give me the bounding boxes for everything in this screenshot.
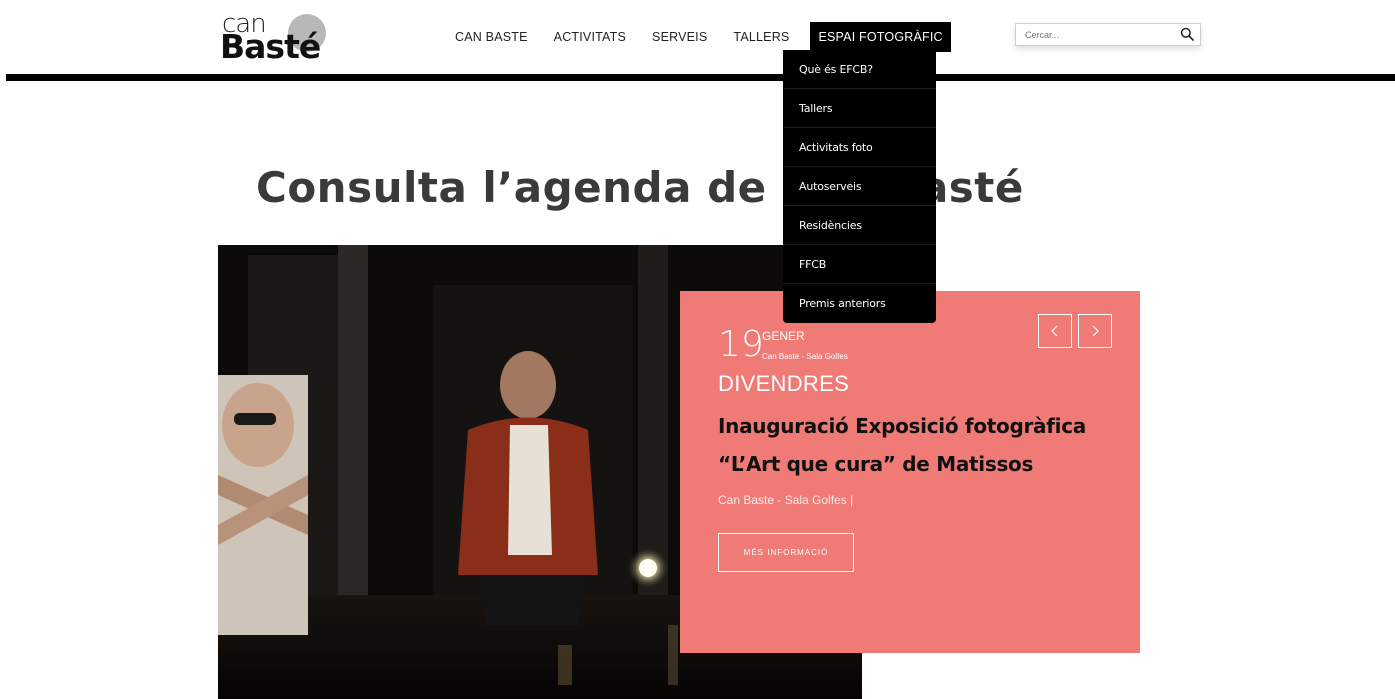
dropdown-item-activitats-foto[interactable]: Activitats foto — [783, 128, 936, 167]
search-icon[interactable] — [1180, 27, 1194, 41]
more-info-button[interactable]: MÉS INFORMACIÓ — [718, 533, 854, 572]
nav-item-espai-fotografic[interactable]: ESPAI FOTOGRÀFIC — [810, 22, 951, 52]
next-event-button[interactable] — [1078, 314, 1112, 348]
header-divider — [6, 74, 1395, 81]
dropdown-item-ffcb[interactable]: FFCB — [783, 245, 936, 284]
dropdown-item-que-es-efcb[interactable]: Què és EFCB? — [783, 50, 936, 89]
nav-item-serveis[interactable]: SERVEIS — [639, 22, 720, 52]
event-venue-small: Can Baste - Sala Golfes — [762, 352, 848, 361]
chevron-left-icon — [1051, 325, 1058, 337]
prev-event-button[interactable] — [1038, 314, 1072, 348]
nav-item-can-baste[interactable]: CAN BASTE — [442, 22, 541, 52]
dropdown-item-residencies[interactable]: Residències — [783, 206, 936, 245]
search-box — [1015, 23, 1201, 46]
nav-item-tallers[interactable]: TALLERS — [720, 22, 802, 52]
dropdown-item-tallers[interactable]: Tallers — [783, 89, 936, 128]
event-day: 19 — [718, 324, 764, 365]
event-weekday: DIVENDRES — [718, 371, 850, 396]
dropdown-item-autoserveis[interactable]: Autoserveis — [783, 167, 936, 206]
logo[interactable]: can Basté — [220, 11, 330, 66]
nav-item-activitats[interactable]: ACTIVITATS — [541, 22, 639, 52]
event-venue: Can Baste - Sala Golfes | — [718, 493, 854, 507]
event-title[interactable]: Inauguració Exposició fotogràfica “L’Art… — [718, 407, 1118, 483]
event-card: 19 GENER Can Baste - Sala Golfes DIVENDR… — [680, 291, 1140, 653]
main-nav: CAN BASTE ACTIVITATS SERVEIS TALLERS ESP… — [442, 22, 951, 52]
espai-fotografic-dropdown: Què és EFCB? Tallers Activitats foto Aut… — [783, 50, 936, 323]
chevron-right-icon — [1092, 325, 1099, 337]
event-month: GENER — [762, 329, 805, 343]
search-input[interactable] — [1016, 24, 1176, 45]
logo-baste-text: Basté — [220, 27, 321, 66]
dropdown-item-premis-anteriors[interactable]: Premis anteriors — [783, 284, 936, 323]
